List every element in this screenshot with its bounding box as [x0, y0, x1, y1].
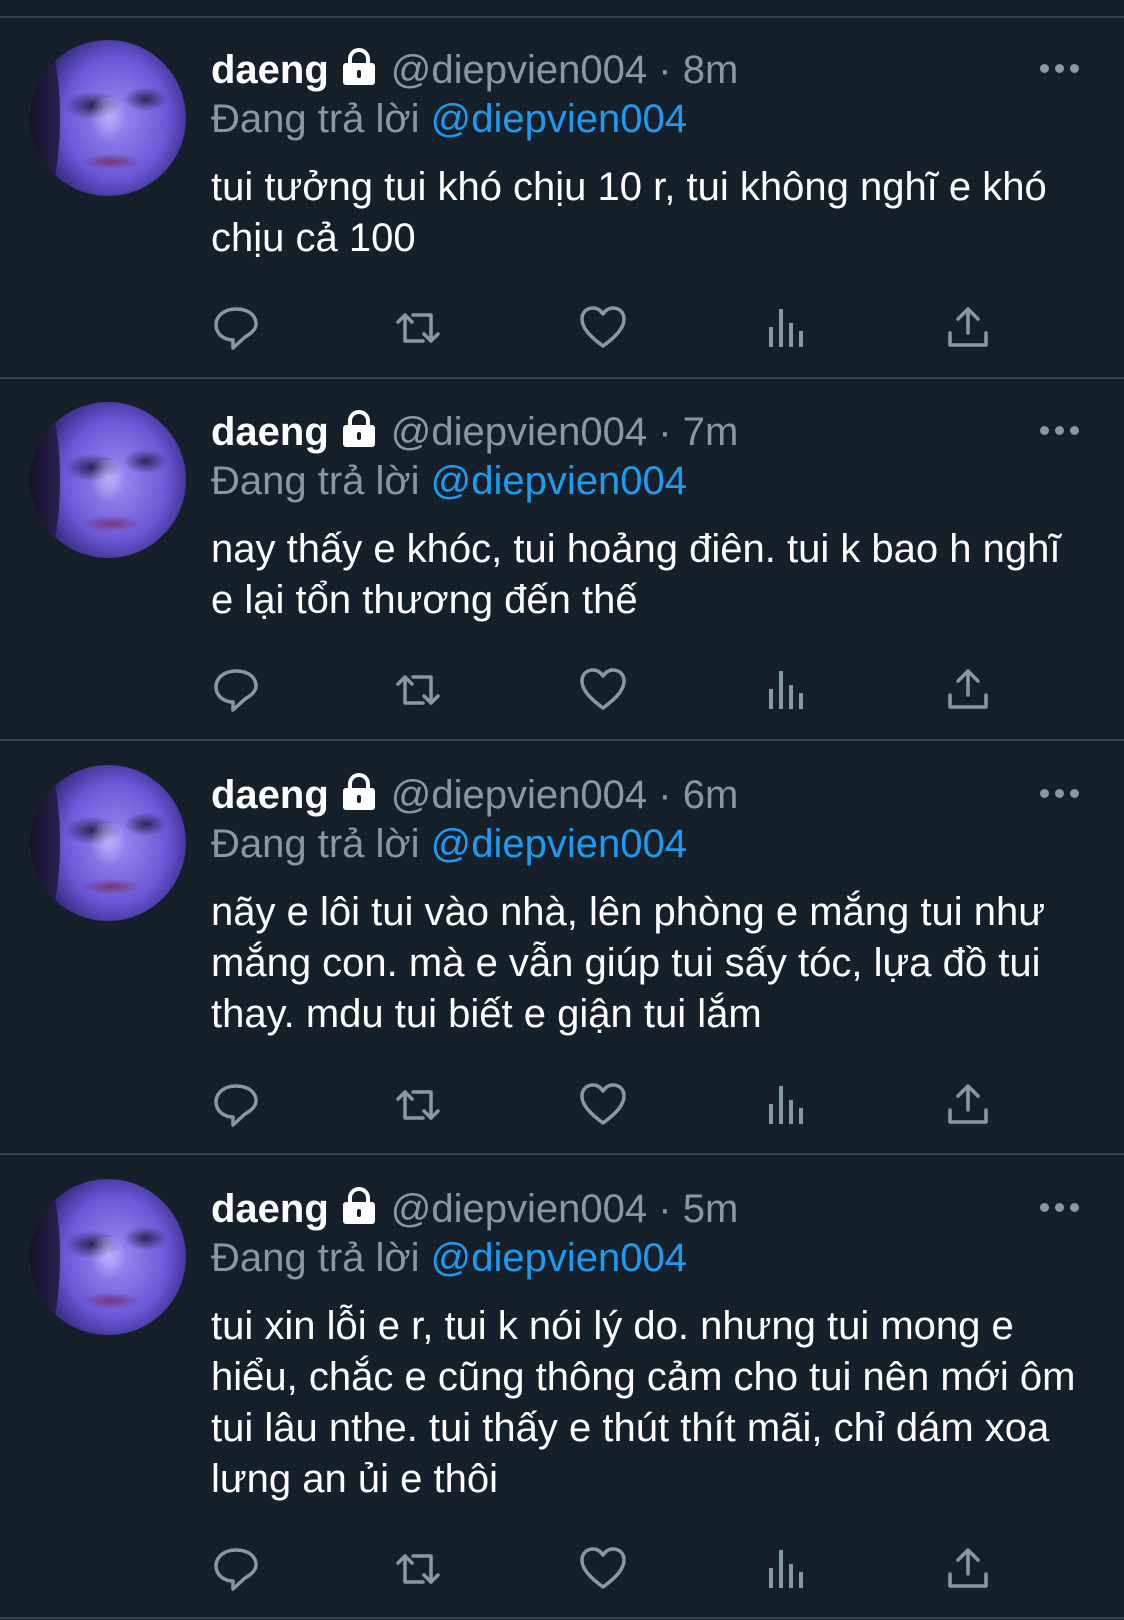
reply-icon[interactable] [211, 1080, 261, 1130]
retweet-icon[interactable] [393, 1544, 443, 1594]
analytics-icon[interactable] [762, 665, 812, 715]
tweet-text: tui xin lỗi e r, tui k nói lý do. nhưng … [211, 1304, 1076, 1501]
avatar[interactable] [30, 765, 186, 921]
avatar[interactable] [30, 1179, 186, 1335]
reply-mention-link[interactable]: @diepvien004 [431, 1236, 687, 1280]
more-icon[interactable] [1040, 58, 1084, 78]
retweet-icon[interactable] [393, 665, 443, 715]
tweet-header: daeng @diepvien004 · 6m [211, 771, 738, 819]
divider [0, 1153, 1124, 1155]
separator-dot: · [658, 773, 672, 817]
reply-icon[interactable] [211, 303, 261, 353]
handle[interactable]: @diepvien004 [391, 773, 647, 817]
more-icon[interactable] [1040, 783, 1084, 803]
reply-prefix: Đang trả lời [211, 97, 420, 141]
display-name[interactable]: daeng [211, 410, 329, 454]
share-icon[interactable] [943, 303, 993, 353]
timestamp[interactable]: 6m [683, 773, 739, 817]
reply-mention-link[interactable]: @diepvien004 [431, 97, 687, 141]
action-bar [0, 303, 1124, 353]
divider [0, 377, 1124, 379]
top-divider [0, 16, 1124, 18]
reply-icon[interactable] [211, 1544, 261, 1594]
divider [0, 739, 1124, 741]
tweet-header: daeng @diepvien004 · 7m [211, 408, 738, 456]
reply-mention-link[interactable]: @diepvien004 [431, 459, 687, 503]
reply-mention-link[interactable]: @diepvien004 [431, 822, 687, 866]
reply-context: Đang trả lời @diepvien004 [211, 95, 687, 143]
reply-icon[interactable] [211, 665, 261, 715]
avatar[interactable] [30, 402, 186, 558]
tweet-header: daeng @diepvien004 · 8m [211, 46, 738, 94]
avatar[interactable] [30, 40, 186, 196]
analytics-icon[interactable] [762, 1080, 812, 1130]
divider [0, 1617, 1124, 1619]
lock-icon [342, 1187, 375, 1224]
retweet-icon[interactable] [393, 1080, 443, 1130]
tweet-header: daeng @diepvien004 · 5m [211, 1185, 738, 1233]
retweet-icon[interactable] [393, 303, 443, 353]
share-icon[interactable] [943, 1080, 993, 1130]
more-icon[interactable] [1040, 420, 1084, 440]
tweet-text: nãy e lôi tui vào nhà, lên phòng e mắng … [211, 890, 1046, 1036]
analytics-icon[interactable] [762, 1544, 812, 1594]
separator-dot: · [658, 1187, 672, 1231]
reply-prefix: Đang trả lời [211, 1236, 420, 1280]
action-bar [0, 1080, 1124, 1130]
display-name[interactable]: daeng [211, 48, 329, 92]
reply-prefix: Đang trả lời [211, 822, 420, 866]
reply-context: Đang trả lời @diepvien004 [211, 820, 687, 868]
reply-prefix: Đang trả lời [211, 459, 420, 503]
heart-icon[interactable] [578, 1544, 628, 1594]
share-icon[interactable] [943, 665, 993, 715]
action-bar [0, 1544, 1124, 1594]
reply-context: Đang trả lời @diepvien004 [211, 1234, 687, 1282]
heart-icon[interactable] [578, 665, 628, 715]
heart-icon[interactable] [578, 303, 628, 353]
display-name[interactable]: daeng [211, 773, 329, 817]
tweet-text: tui tưởng tui khó chịu 10 r, tui không n… [211, 165, 1047, 260]
lock-icon [342, 48, 375, 85]
share-icon[interactable] [943, 1544, 993, 1594]
separator-dot: · [658, 410, 672, 454]
lock-icon [342, 773, 375, 810]
timestamp[interactable]: 5m [683, 1187, 739, 1231]
display-name[interactable]: daeng [211, 1187, 329, 1231]
action-bar [0, 665, 1124, 715]
tweet-text: nay thấy e khóc, tui hoảng điên. tui k b… [211, 527, 1061, 622]
handle[interactable]: @diepvien004 [391, 48, 647, 92]
separator-dot: · [658, 48, 672, 92]
more-icon[interactable] [1040, 1197, 1084, 1217]
handle[interactable]: @diepvien004 [391, 410, 647, 454]
timestamp[interactable]: 7m [683, 410, 739, 454]
reply-context: Đang trả lời @diepvien004 [211, 457, 687, 505]
timestamp[interactable]: 8m [683, 48, 739, 92]
heart-icon[interactable] [578, 1080, 628, 1130]
lock-icon [342, 410, 375, 447]
analytics-icon[interactable] [762, 303, 812, 353]
handle[interactable]: @diepvien004 [391, 1187, 647, 1231]
